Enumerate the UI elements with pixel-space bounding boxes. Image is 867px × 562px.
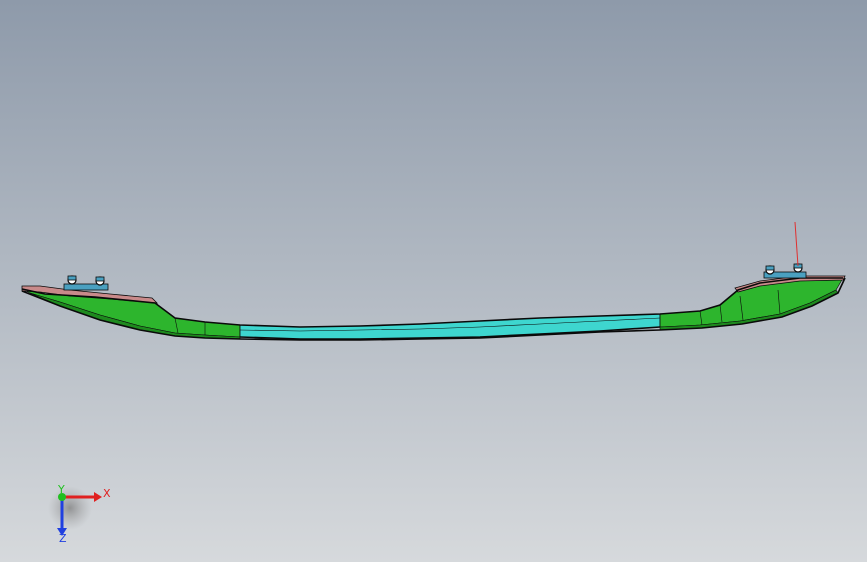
model-scene[interactable]: X Z Y (0, 0, 867, 562)
viewport-background (0, 0, 867, 562)
x-axis-label: X (103, 487, 111, 500)
y-axis-label: Y (57, 483, 65, 496)
left-bolt-2-icon (95, 276, 105, 282)
graphics-viewport[interactable]: X Z Y (0, 0, 867, 562)
z-axis-label: Z (59, 532, 67, 545)
right-bolt-1-icon (765, 265, 775, 271)
triad-shadow (48, 486, 92, 530)
left-bolt-1-icon (67, 275, 77, 281)
